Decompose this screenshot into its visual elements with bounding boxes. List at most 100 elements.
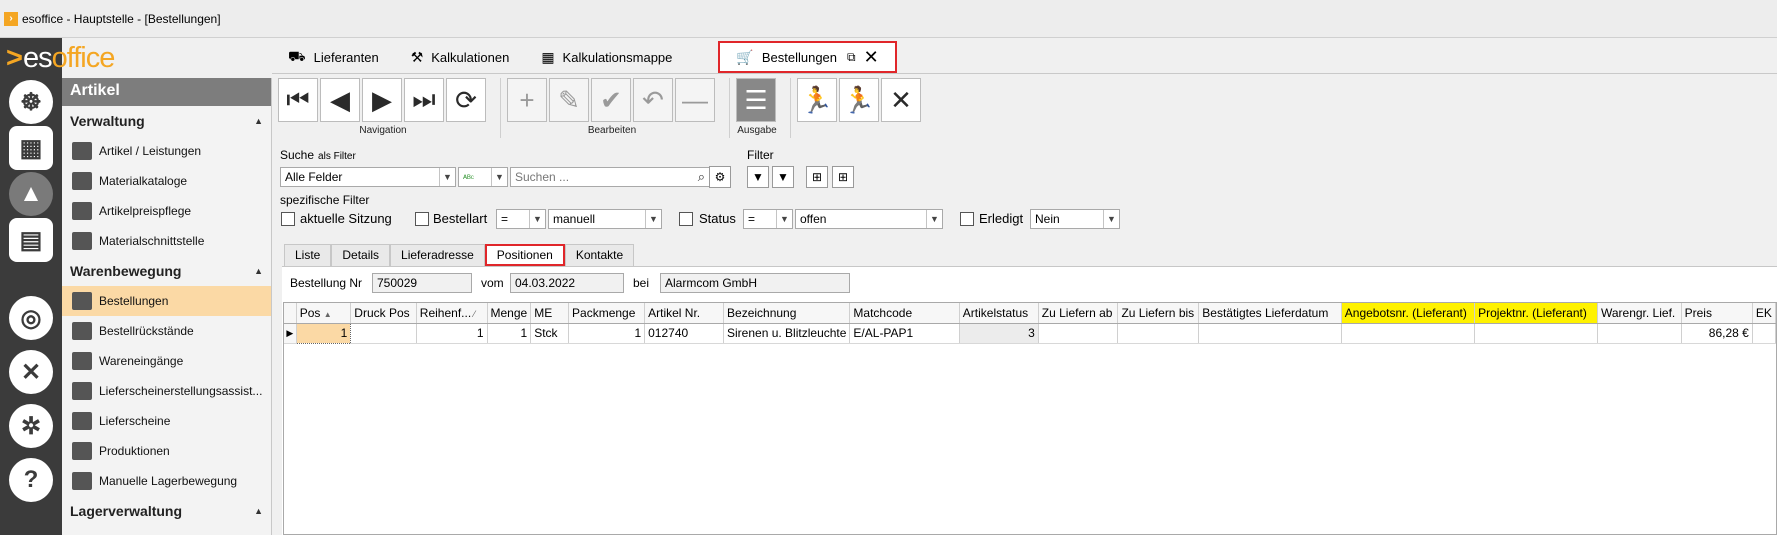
col-artikelstatus[interactable]: Artikelstatus	[959, 303, 1039, 324]
sidebar-item-artikel[interactable]: Artikel / Leistungen	[62, 136, 271, 166]
tab-positionen[interactable]: Positionen	[484, 244, 565, 266]
sidebar-item-bestellungen[interactable]: Bestellungen	[62, 286, 271, 316]
cell-ek[interactable]	[1752, 323, 1776, 344]
status-checkbox[interactable]	[679, 212, 693, 226]
col-druck-pos[interactable]: Druck Pos	[350, 303, 417, 324]
tab-kalkulationen[interactable]: ⚒ Kalkulationen	[395, 40, 526, 74]
close-icon[interactable]: ✕	[864, 47, 879, 68]
cell-zu-liefern-ab[interactable]	[1038, 323, 1119, 344]
col-projektnr[interactable]: Projektnr. (Lieferant)	[1474, 303, 1598, 324]
col-me[interactable]: ME	[530, 303, 570, 324]
col-zu-liefern-bis[interactable]: Zu Liefern bis	[1117, 303, 1200, 324]
cell-angebotsnr[interactable]	[1341, 323, 1476, 344]
erledigt-value-select[interactable]: Nein ▼	[1030, 209, 1120, 229]
sidebar-item-artikelpreispflege[interactable]: Artikelpreispflege	[62, 196, 271, 226]
cell-me[interactable]: Stck	[530, 323, 570, 344]
external-window-icon[interactable]: ⧉	[847, 50, 856, 65]
section-lagerverwaltung[interactable]: Lagerverwaltung ▲	[62, 496, 271, 526]
calculator-icon[interactable]: ▦	[9, 126, 53, 170]
cell-menge[interactable]: 1	[487, 323, 532, 344]
section-verwaltung[interactable]: Verwaltung ▲	[62, 106, 271, 136]
run-all-icon[interactable]: 🏃	[797, 78, 837, 122]
sidebar-item-bestellrueckstaende[interactable]: Bestellrückstände	[62, 316, 271, 346]
next-record-button[interactable]: ▶	[362, 78, 402, 122]
cell-artikelstatus[interactable]: 3	[959, 323, 1039, 344]
sidebar-item-wareneingaenge[interactable]: Wareneingänge	[62, 346, 271, 376]
sidebar-item-produktionen[interactable]: Produktionen	[62, 436, 271, 466]
status-operator-select[interactable]: = ▼	[743, 209, 793, 229]
col-bestaetigtes-lieferdatum[interactable]: Bestätigtes Lieferdatum	[1198, 303, 1342, 324]
col-zu-liefern-ab[interactable]: Zu Liefern ab	[1038, 303, 1119, 324]
current-session-checkbox[interactable]	[281, 212, 295, 226]
run-icon[interactable]: 🏃	[839, 78, 879, 122]
cell-pos[interactable]: 1	[295, 322, 352, 344]
col-menge[interactable]: Menge	[487, 303, 532, 324]
sidebar-item-lieferscheinassistent[interactable]: Lieferscheinerstellungsassist...	[62, 376, 271, 406]
col-matchcode[interactable]: Matchcode	[849, 303, 960, 324]
filter-tree-icon[interactable]: ⊞	[806, 166, 828, 188]
tab-lieferanten[interactable]: ⛟ Lieferanten	[272, 40, 395, 74]
col-artikel-nr[interactable]: Artikel Nr.	[644, 303, 725, 324]
col-packmenge[interactable]: Packmenge	[568, 303, 646, 324]
save-button[interactable]: ✔	[591, 78, 631, 122]
cell-matchcode[interactable]: E/AL-PAP1	[849, 323, 960, 344]
add-button[interactable]: +	[507, 78, 547, 122]
cell-bezeichnung[interactable]: Sirenen u. Blitzleuchte	[723, 323, 851, 344]
cell-artikel-nr[interactable]: 012740	[644, 323, 725, 344]
bestellart-value-select[interactable]: manuell ▼	[548, 209, 662, 229]
edit-button[interactable]: ✎	[549, 78, 589, 122]
tab-kontakte[interactable]: Kontakte	[564, 244, 635, 266]
funnel-edit-icon[interactable]: ▼	[772, 166, 794, 188]
bestellart-operator-select[interactable]: = ▼	[496, 209, 546, 229]
col-reihenfolge[interactable]: Reihenf... ⁄	[416, 303, 488, 324]
sidebar-item-materialschnittstelle[interactable]: Materialschnittstelle	[62, 226, 271, 256]
cell-zu-liefern-bis[interactable]	[1117, 323, 1200, 344]
cancel-button[interactable]: ✕	[881, 78, 921, 122]
print-list-button[interactable]: ☰	[736, 78, 776, 122]
col-pos[interactable]: Pos ▲	[296, 303, 352, 324]
erledigt-checkbox[interactable]	[960, 212, 974, 226]
status-value-select[interactable]: offen ▼	[795, 209, 943, 229]
table-row[interactable]: ▶ 1 1 1 Stck 1 012740 Sirenen u. Blitzle…	[284, 322, 1776, 344]
col-warengr-lief[interactable]: Warengr. Lief.	[1597, 303, 1682, 324]
sidebar-item-materialkataloge[interactable]: Materialkataloge	[62, 166, 271, 196]
bestellart-checkbox[interactable]	[415, 212, 429, 226]
undo-button[interactable]: ↶	[633, 78, 673, 122]
money-icon[interactable]: ▤	[9, 218, 53, 262]
col-bezeichnung[interactable]: Bezeichnung	[723, 303, 851, 324]
cell-packmenge[interactable]: 1	[568, 323, 646, 344]
funnel-icon[interactable]: ▼	[747, 166, 769, 188]
cell-druck-pos[interactable]	[350, 323, 417, 344]
helm-icon[interactable]: ☸	[9, 80, 53, 124]
tab-kalkulationsmappe[interactable]: ▦ Kalkulationsmappe	[525, 40, 688, 74]
col-angebotsnr[interactable]: Angebotsnr. (Lieferant)	[1341, 303, 1476, 324]
tab-liste[interactable]: Liste	[284, 244, 332, 266]
col-preis[interactable]: Preis	[1681, 303, 1753, 324]
alarm-icon[interactable]: ▲	[9, 172, 53, 216]
tools-icon[interactable]: ✕	[9, 350, 53, 394]
gear-icon[interactable]: ⚙	[709, 166, 731, 188]
tab-bestellungen[interactable]: 🛒 Bestellungen ⧉ ✕	[718, 41, 897, 73]
help-icon[interactable]: ?	[9, 458, 53, 502]
sidebar-item-lagerbewegung[interactable]: Manuelle Lagerbewegung	[62, 466, 271, 496]
tab-lieferadresse[interactable]: Lieferadresse	[390, 244, 485, 266]
cell-preis[interactable]: 86,28 €	[1681, 323, 1753, 344]
headset-icon[interactable]: ◎	[9, 296, 53, 340]
section-warenbewegung[interactable]: Warenbewegung ▲	[62, 256, 271, 286]
cell-lieferdatum[interactable]	[1198, 323, 1342, 344]
col-ek[interactable]: EK	[1752, 303, 1776, 324]
search-mode-select[interactable]: ᴬᴮᶜ ▼	[458, 167, 508, 187]
sidebar-item-lieferscheine[interactable]: Lieferscheine	[62, 406, 271, 436]
search-input[interactable]: Suchen ... ⌕	[510, 167, 710, 187]
gears-icon[interactable]: ✲	[9, 404, 53, 448]
refresh-button[interactable]: ⟳	[446, 78, 486, 122]
delete-button[interactable]: —	[675, 78, 715, 122]
previous-record-button[interactable]: ◀	[320, 78, 360, 122]
filter-tree-edit-icon[interactable]: ⊞	[832, 166, 854, 188]
cell-reihenfolge[interactable]: 1	[416, 323, 488, 344]
cell-warengr-lief[interactable]	[1597, 323, 1682, 344]
tab-details[interactable]: Details	[331, 244, 391, 266]
cell-projektnr[interactable]	[1474, 323, 1598, 344]
first-record-button[interactable]: ⏮	[278, 78, 318, 122]
search-field-select[interactable]: Alle Felder ▼	[280, 167, 456, 187]
